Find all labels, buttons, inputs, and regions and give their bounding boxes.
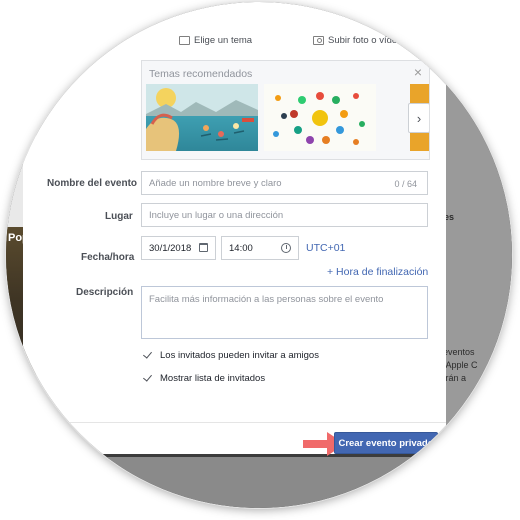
- food-illustration: [273, 92, 365, 145]
- recommended-themes-panel: Temas recomendados × ›: [141, 60, 430, 160]
- themes-next-button[interactable]: ›: [408, 103, 429, 133]
- time-input[interactable]: 14:00: [221, 236, 299, 260]
- description-label: Descripción: [76, 287, 134, 298]
- choose-theme-tab[interactable]: Elige un tema: [179, 35, 252, 46]
- background-language-text: Englis: [425, 461, 450, 471]
- close-icon[interactable]: ×: [414, 64, 422, 80]
- footer-divider: [23, 422, 446, 423]
- time-value: 14:00: [229, 242, 253, 254]
- chevron-right-icon: ›: [416, 110, 422, 126]
- image-icon: [179, 36, 190, 45]
- description-placeholder: Facilita más información a las personas …: [149, 294, 384, 305]
- event-name-counter: 0 / 64: [394, 179, 417, 189]
- beach-illustration: [146, 88, 258, 151]
- checkmark-icon[interactable]: [143, 374, 153, 384]
- choose-theme-label: Elige un tema: [194, 35, 253, 46]
- clock-icon: [281, 243, 291, 253]
- background-page-bottom: [36, 457, 417, 508]
- place-placeholder: Incluye un lugar o una dirección: [149, 209, 284, 221]
- date-value: 30/1/2018: [149, 242, 192, 254]
- background-language-area: Englis: [417, 457, 512, 508]
- datetime-label: Fecha/hora: [81, 252, 135, 263]
- checkmark-icon[interactable]: [143, 351, 153, 361]
- circular-frame: Pop la lidades r tus eventos dar o Apple…: [6, 2, 512, 508]
- camera-icon: [313, 36, 324, 45]
- recommended-themes-title: Temas recomendados: [149, 68, 253, 80]
- upload-photo-tab[interactable]: Subir foto o vídeo: [313, 35, 402, 46]
- theme-thumbnail-beach[interactable]: [146, 84, 258, 151]
- event-name-input[interactable]: Añade un nombre breve y claro 0 / 64: [141, 171, 428, 195]
- cover-options-bar: Elige un tema Subir foto o vídeo: [141, 30, 446, 52]
- place-label: Lugar: [105, 211, 133, 222]
- description-textarea[interactable]: Facilita más información a las personas …: [141, 286, 428, 339]
- show-guest-list-option[interactable]: Mostrar lista de invitados: [143, 373, 265, 384]
- create-event-dialog: Elige un tema Subir foto o vídeo Temas r…: [23, 2, 446, 456]
- timezone-link[interactable]: UTC+01: [306, 242, 345, 254]
- guests-can-invite-option[interactable]: Los invitados pueden invitar a amigos: [143, 350, 319, 361]
- show-guest-list-label: Mostrar lista de invitados: [160, 373, 266, 384]
- event-name-placeholder: Añade un nombre breve y claro: [149, 177, 282, 189]
- calendar-icon: [199, 243, 208, 252]
- theme-thumbnail-food[interactable]: [264, 84, 376, 151]
- upload-photo-label: Subir foto o vídeo: [328, 35, 403, 46]
- create-button-label: Crear evento privado: [338, 437, 434, 449]
- add-end-time-link[interactable]: + Hora de finalización: [327, 266, 428, 278]
- place-input[interactable]: Incluye un lugar o una dirección: [141, 203, 428, 227]
- event-name-label: Nombre del evento: [47, 178, 138, 189]
- create-private-event-button[interactable]: Crear evento privado: [334, 432, 438, 454]
- guests-can-invite-label: Los invitados pueden invitar a amigos: [160, 350, 319, 361]
- date-input[interactable]: 30/1/2018: [141, 236, 216, 260]
